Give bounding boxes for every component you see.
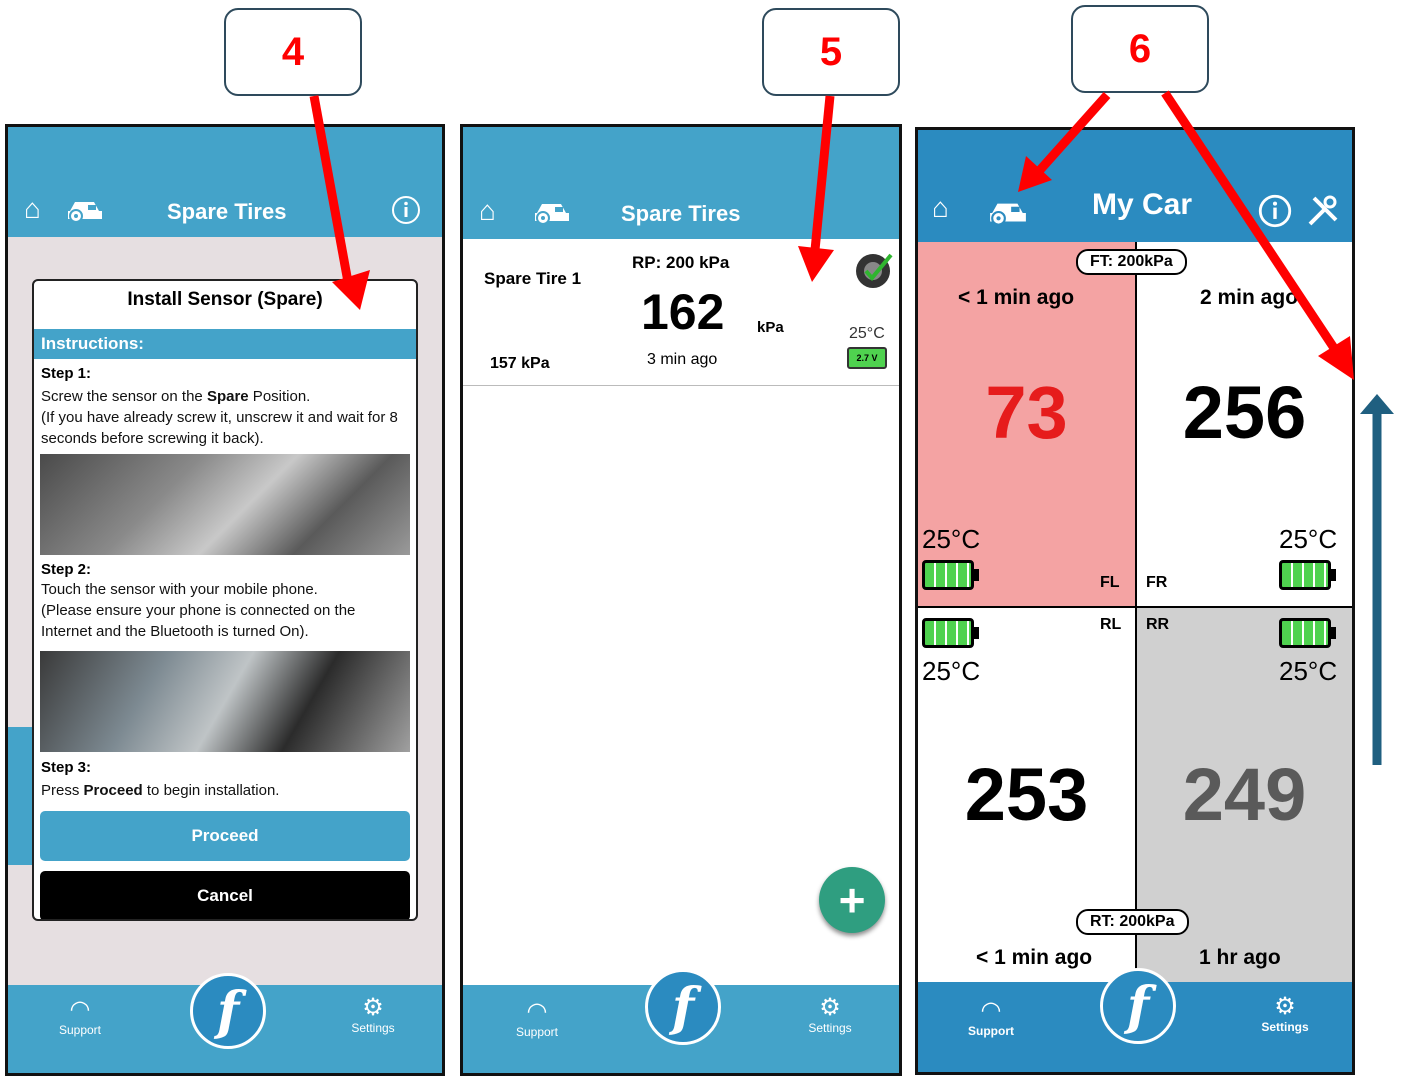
annotation-arrows: [309, 90, 1394, 765]
arrow-step-5: [798, 95, 835, 282]
scroll-up-arrow: [1360, 394, 1394, 765]
arrow-step-6-tools: [1161, 90, 1354, 380]
arrow-step-4: [309, 95, 370, 310]
arrow-step-6-car: [1018, 92, 1111, 192]
